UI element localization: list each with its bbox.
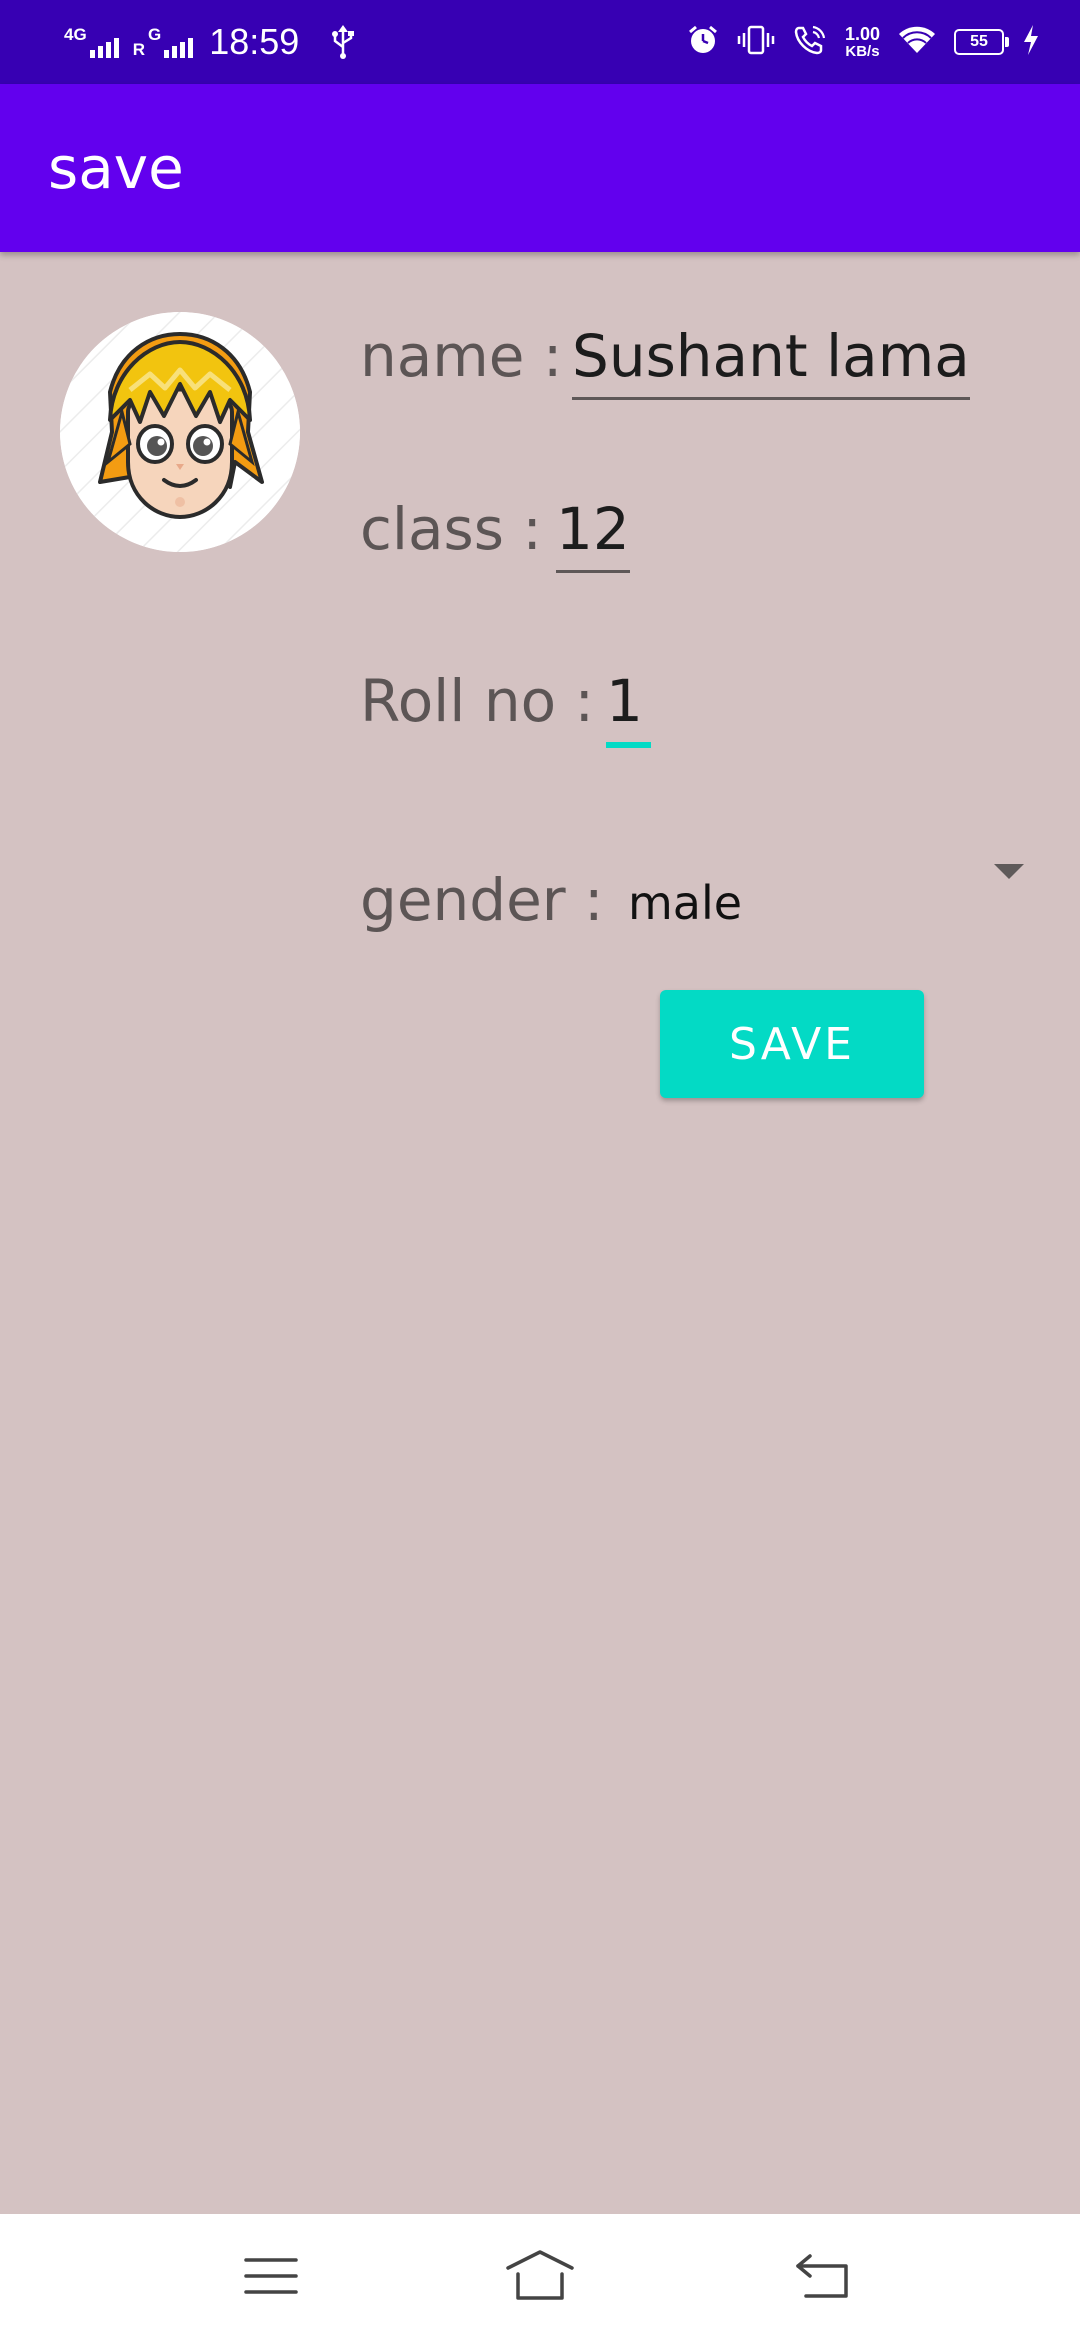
wifi-call-icon	[793, 24, 827, 60]
wifi-icon	[898, 25, 936, 59]
speed-unit: KB/s	[845, 43, 880, 60]
status-bar-left: 4G R G 18:59	[64, 0, 355, 84]
name-label: name :	[360, 322, 563, 390]
signal-bars-icon-2	[164, 36, 194, 58]
class-label: class :	[360, 495, 542, 563]
battery-icon: 55	[954, 29, 1009, 55]
home-icon[interactable]	[500, 2244, 580, 2308]
class-field[interactable]: 12	[556, 500, 630, 573]
dropdown-arrow-icon[interactable]	[994, 864, 1024, 879]
gender-dropdown[interactable]: male	[628, 880, 742, 926]
name-field[interactable]: Sushant lama	[572, 327, 970, 400]
status-bar-right: 1.00 KB/s 55	[687, 0, 1040, 84]
network-type-label-2: G	[147, 25, 162, 44]
status-bar: 4G R G 18:59 1.00 KB/s 55	[0, 0, 1080, 84]
usb-icon	[331, 25, 355, 59]
network-type-label: 4G	[64, 25, 87, 44]
status-time: 18:59	[209, 21, 300, 62]
signal-sim1: 4G	[64, 20, 119, 64]
app-title: save	[48, 134, 184, 202]
charging-icon	[1022, 24, 1040, 60]
speed-value: 1.00	[844, 24, 880, 44]
menu-icon[interactable]	[230, 2244, 310, 2308]
avatar[interactable]	[60, 312, 300, 552]
signal-sim2: R G	[133, 20, 194, 64]
roll-no-field[interactable]: 1	[606, 672, 651, 748]
app-bar: save	[0, 84, 1080, 252]
anime-avatar-image	[60, 312, 300, 552]
battery-level: 55	[970, 33, 988, 50]
roaming-label: R	[132, 40, 145, 59]
navigation-bar	[0, 2214, 1080, 2340]
roll-no-label: Roll no :	[360, 667, 595, 735]
signal-bars-icon	[89, 36, 119, 58]
alarm-icon	[687, 24, 719, 60]
back-icon[interactable]	[784, 2244, 864, 2308]
save-button[interactable]: SAVE	[660, 990, 924, 1098]
gender-label: gender :	[360, 866, 604, 934]
vibrate-icon	[737, 24, 775, 60]
network-speed: 1.00 KB/s	[845, 25, 880, 59]
